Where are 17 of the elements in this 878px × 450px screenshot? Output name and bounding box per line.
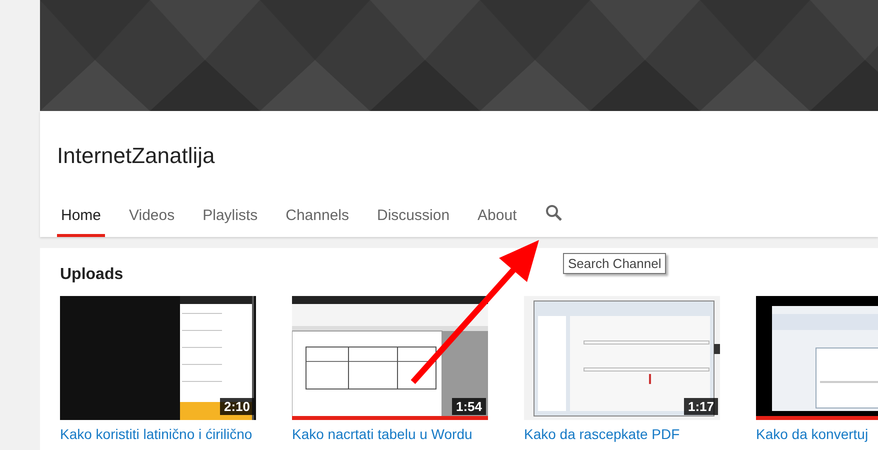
search-icon[interactable] — [544, 204, 563, 222]
video-title-link[interactable]: Kako nacrtati tabelu u Wordu — [292, 426, 472, 442]
section-title: Uploads — [60, 266, 124, 284]
channel-tab[interactable]: Channels — [282, 207, 354, 237]
duration-badge: 1:17 — [684, 398, 718, 415]
tooltip: Search Channel — [563, 253, 666, 274]
video-title-link[interactable]: Kako koristiti latinično i ćirilično — [60, 426, 252, 442]
duration-badge: 2:10 — [220, 398, 254, 415]
channel-tab[interactable]: Home — [57, 207, 106, 237]
video-title-link[interactable]: Kako da konvertuj — [756, 426, 868, 442]
channel-tab[interactable]: Videos — [125, 207, 179, 237]
channel-tab[interactable]: Playlists — [198, 207, 262, 237]
channel-tab[interactable]: About — [474, 207, 521, 237]
channel-name: InternetZanatlija — [57, 143, 216, 169]
duration-badge: 1:54 — [452, 398, 486, 415]
channel-tab[interactable]: Discussion — [373, 207, 454, 237]
video-title-link[interactable]: Kako da rascepkate PDF — [524, 426, 680, 442]
